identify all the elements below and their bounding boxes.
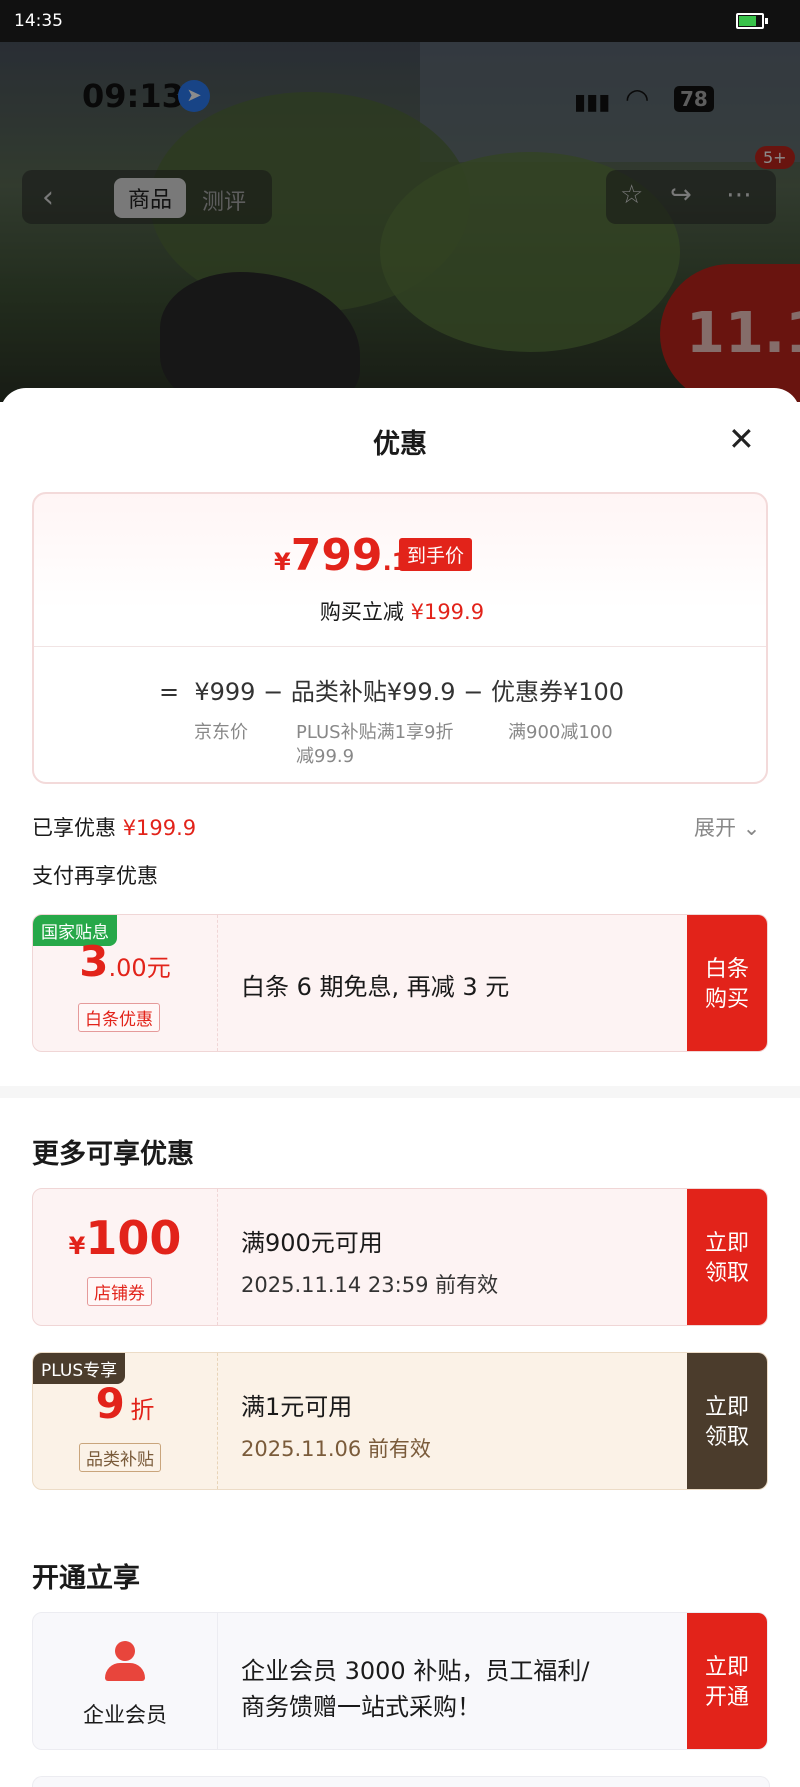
store-coupon-tag: 店铺券 xyxy=(87,1277,152,1306)
price-formula: = ¥999 − 品类补贴¥99.9 − 优惠券¥100 xyxy=(159,678,625,706)
store-coupon-expiry: 2025.11.14 23:59 前有效 xyxy=(241,1273,499,1297)
member-desc-line2: 商务馈赠一站式采购！ xyxy=(241,1693,481,1721)
plus-coupon: PLUS专享 9 折 品类补贴 满1元可用 2025.11.06 前有效 立即领… xyxy=(32,1352,768,1490)
status-bar: 14:35 xyxy=(0,0,800,42)
enjoyed-discount: 已享优惠 ¥199.9 xyxy=(32,816,197,840)
section-gap xyxy=(0,1086,800,1098)
plus-discount-amount: 9 折 xyxy=(95,1379,155,1428)
coupon-desc: 满900减100 xyxy=(508,722,613,743)
divider xyxy=(34,646,766,647)
final-price: ¥799.1 xyxy=(274,530,409,581)
claim-store-coupon-button[interactable]: 立即 领取 xyxy=(687,1189,767,1325)
next-card-peek xyxy=(32,1776,770,1787)
price-breakdown-card: ¥799.1 到手价 购买立减 ¥199.9 = ¥999 − 品类补贴¥99.… xyxy=(32,492,768,784)
enterprise-member-card: 企业会员 企业会员 3000 补贴，员工福利/ 商务馈赠一站式采购！ 立即 开通 xyxy=(32,1612,768,1750)
open-enjoy-title: 开通立享 xyxy=(32,1563,140,1594)
baitiao-coupon: 国家贴息 3.00元 白条优惠 白条 6 期免息, 再减 3 元 白条 购买 xyxy=(32,914,768,1052)
subsidy-desc: PLUS补贴满1享9折 xyxy=(296,722,454,743)
subsidy-desc-2: 减99.9 xyxy=(296,746,355,767)
sheet-title: 优惠 xyxy=(373,429,427,460)
dim-overlay[interactable] xyxy=(0,42,800,402)
reduce-line: 购买立减 ¥199.9 xyxy=(319,600,485,624)
more-discounts-title: 更多可享优惠 xyxy=(32,1139,194,1170)
baitiao-desc: 白条 6 期免息, 再减 3 元 xyxy=(241,973,510,1001)
store-coupon-amount: ¥100 xyxy=(68,1211,182,1265)
store-coupon-condition: 满900元可用 xyxy=(241,1229,383,1257)
store-coupon: ¥100 店铺券 满900元可用 2025.11.14 23:59 前有效 立即… xyxy=(32,1188,768,1326)
person-icon xyxy=(103,1641,147,1681)
discount-sheet: 优惠 ✕ ¥799.1 到手价 购买立减 ¥199.9 = ¥999 − 品类补… xyxy=(0,388,800,1787)
open-member-button[interactable]: 立即 开通 xyxy=(687,1613,767,1749)
baitiao-amount: 3.00元 xyxy=(79,937,171,986)
expand-button[interactable]: 展开 ⌄ xyxy=(694,812,760,842)
pay-again-title: 支付再享优惠 xyxy=(32,864,158,888)
jd-price-label: 京东价 xyxy=(194,722,248,743)
baitiao-tag: 白条优惠 xyxy=(78,1003,160,1032)
plus-coupon-expiry: 2025.11.06 前有效 xyxy=(241,1437,431,1461)
final-price-tag: 到手价 xyxy=(399,538,473,571)
category-subsidy-tag: 品类补贴 xyxy=(79,1443,161,1472)
enterprise-member-label: 企业会员 xyxy=(83,1703,167,1727)
member-desc-line1: 企业会员 3000 补贴，员工福利/ xyxy=(241,1657,590,1685)
battery-icon xyxy=(736,13,768,29)
chevron-down-icon: ⌄ xyxy=(742,816,761,840)
close-icon[interactable]: ✕ xyxy=(728,420,755,458)
claim-plus-coupon-button[interactable]: 立即 领取 xyxy=(687,1353,767,1489)
plus-coupon-condition: 满1元可用 xyxy=(241,1393,353,1421)
status-time: 14:35 xyxy=(14,11,63,31)
baitiao-buy-button[interactable]: 白条 购买 xyxy=(687,915,767,1051)
